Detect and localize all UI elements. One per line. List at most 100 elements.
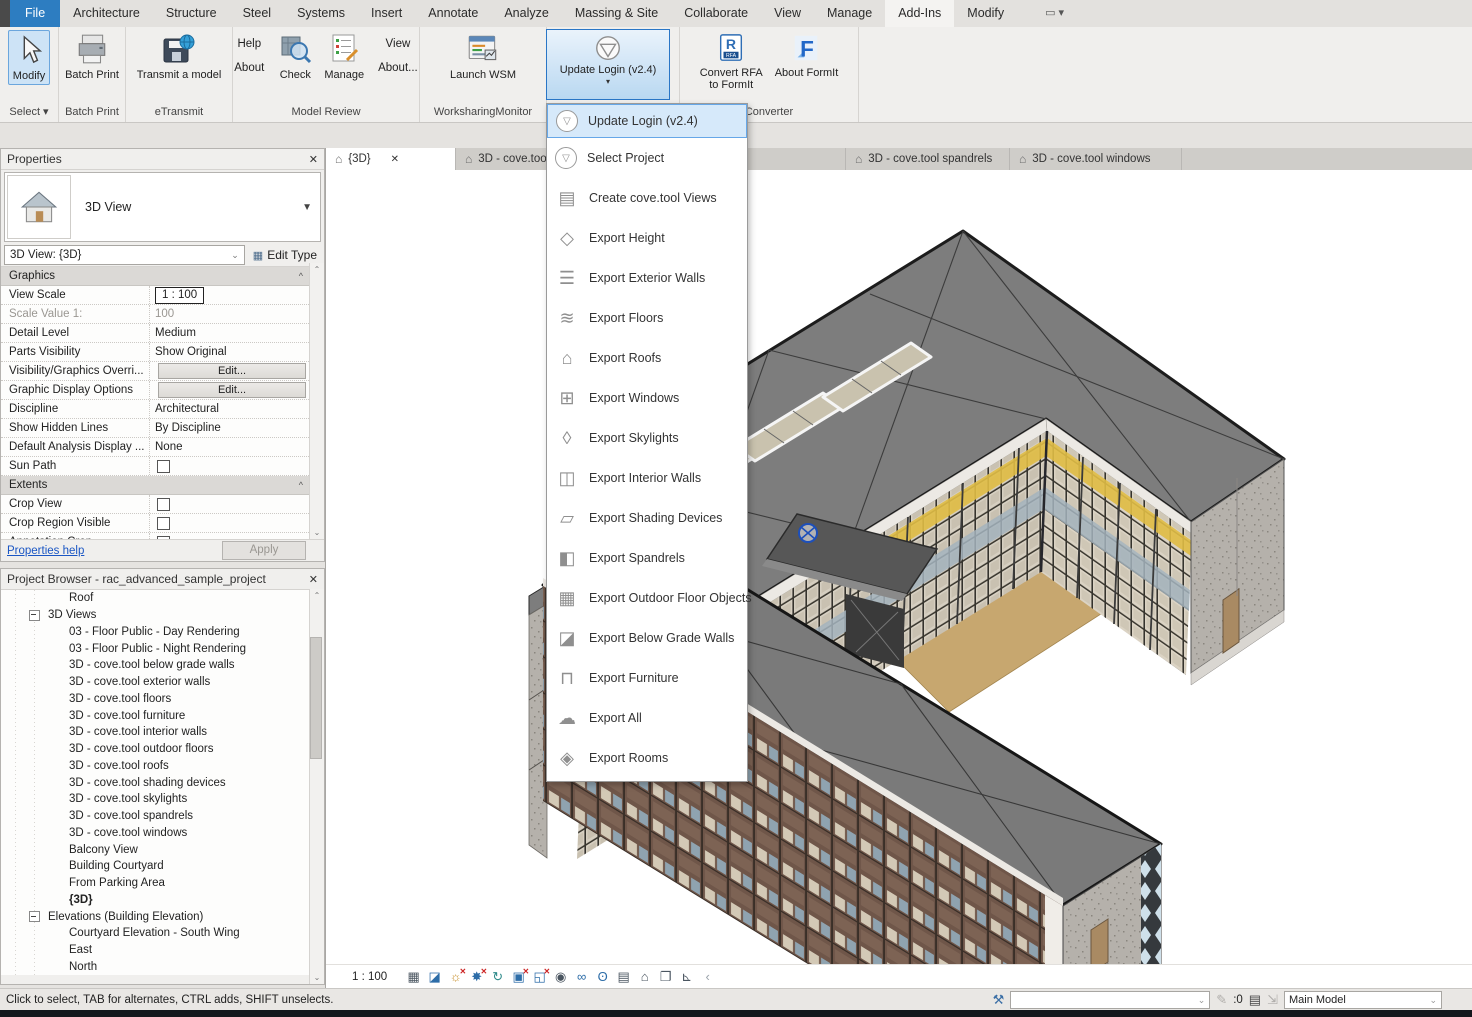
tree-item[interactable]: North: [1, 959, 309, 976]
menu-item-export-height[interactable]: ◇Export Height: [547, 218, 747, 258]
tree-item[interactable]: Elevations (Building Elevation): [1, 908, 309, 925]
launch-wsm-button[interactable]: Launch WSM: [446, 30, 520, 83]
panel-select-label[interactable]: Select ▾: [0, 103, 58, 122]
update-login-ribbon-button[interactable]: Update Login (v2.4): [546, 29, 670, 100]
tree-item[interactable]: Courtyard Elevation - South Wing: [1, 925, 309, 942]
chevron-down-icon[interactable]: ▼: [302, 202, 312, 213]
shadows-icon[interactable]: ✸✕: [466, 969, 487, 985]
about-button[interactable]: About: [234, 62, 264, 74]
collapse-section-icon[interactable]: ^: [299, 480, 303, 490]
menu-item-export-furniture[interactable]: ⊓Export Furniture: [547, 658, 747, 698]
analytical-model-icon[interactable]: ⌂: [634, 969, 655, 984]
crop-region-icon[interactable]: ◱✕: [529, 969, 550, 985]
close-icon[interactable]: ✕: [309, 153, 318, 166]
worksets-icon[interactable]: ⚒: [993, 992, 1005, 1008]
menu-item-update-login[interactable]: ▽Update Login (v2.4): [547, 104, 747, 138]
temporary-view-properties-icon[interactable]: ▤: [613, 969, 634, 985]
view-tab-windows[interactable]: 3D - cove.tool windows: [1010, 148, 1182, 170]
section-graphics[interactable]: Graphics^: [1, 267, 309, 286]
tree-item[interactable]: Balcony View: [1, 841, 309, 858]
view-selector-combo[interactable]: 3D View: {3D}⌄: [4, 245, 245, 265]
checkbox[interactable]: [157, 498, 170, 511]
tab-architecture[interactable]: Architecture: [60, 0, 153, 27]
tab-collaborate[interactable]: Collaborate: [671, 0, 761, 27]
check-button[interactable]: Check: [274, 30, 316, 83]
ribbon-minimize-icon[interactable]: ▭ ▾: [1045, 0, 1064, 27]
convert-rfa-button[interactable]: R RFA Convert RFA to FormIt: [696, 30, 767, 93]
menu-item-select-project[interactable]: ▽Select Project: [547, 138, 747, 178]
rendering-dialog-icon[interactable]: ↻: [487, 969, 508, 985]
about2-button[interactable]: About...: [378, 62, 418, 74]
tree-item[interactable]: 3D - cove.tool below grade walls: [1, 657, 309, 674]
design-option-combo[interactable]: Main Model⌄: [1284, 991, 1442, 1009]
menu-item-export-exterior-walls[interactable]: ☰Export Exterior Walls: [547, 258, 747, 298]
building-3d-model[interactable]: [326, 170, 1472, 965]
tree-item[interactable]: 3D - cove.tool exterior walls: [1, 674, 309, 691]
property-row[interactable]: Sun Path: [1, 457, 309, 476]
about-formit-button[interactable]: F About FormIt: [771, 30, 843, 81]
close-icon[interactable]: ✕: [391, 154, 399, 165]
menu-item-export-windows[interactable]: ⊞Export Windows: [547, 378, 747, 418]
property-row[interactable]: Crop View: [1, 495, 309, 514]
property-row[interactable]: View Scale1 : 100: [1, 286, 309, 305]
property-row[interactable]: DisciplineArchitectural: [1, 400, 309, 419]
tree-item-active-view[interactable]: {3D}: [1, 892, 309, 909]
menu-item-export-below-grade-walls[interactable]: ◪Export Below Grade Walls: [547, 618, 747, 658]
reveal-constraints-icon[interactable]: ⊾: [676, 969, 697, 985]
tab-structure[interactable]: Structure: [153, 0, 230, 27]
collapse-viewbar-icon[interactable]: ‹: [697, 969, 718, 984]
property-row[interactable]: Graphic Display OptionsEdit...: [1, 381, 309, 400]
detail-level-icon[interactable]: ▦: [403, 969, 424, 985]
view-tab-3d[interactable]: {3D} ✕: [326, 148, 456, 170]
highlight-displacement-icon[interactable]: ❐: [655, 969, 676, 985]
tree-item[interactable]: 3D - cove.tool spandrels: [1, 808, 309, 825]
edit-type-button[interactable]: Edit Type: [249, 248, 321, 262]
property-row[interactable]: Detail LevelMedium: [1, 324, 309, 343]
menu-item-export-skylights[interactable]: ◊Export Skylights: [547, 418, 747, 458]
menu-item-export-spandrels[interactable]: ◧Export Spandrels: [547, 538, 747, 578]
active-workset-combo[interactable]: ⌄: [1010, 991, 1210, 1009]
tree-item[interactable]: 3D - cove.tool floors: [1, 691, 309, 708]
property-row[interactable]: Parts VisibilityShow Original: [1, 343, 309, 362]
manage-button[interactable]: Manage: [320, 30, 368, 83]
tab-massing-site[interactable]: Massing & Site: [562, 0, 671, 27]
menu-item-export-outdoor-floor-objects[interactable]: ▦Export Outdoor Floor Objects: [547, 578, 747, 618]
tree-item[interactable]: 3D - cove.tool outdoor floors: [1, 741, 309, 758]
tab-manage[interactable]: Manage: [814, 0, 885, 27]
browser-scrollbar-thumb[interactable]: [310, 637, 322, 759]
tree-item[interactable]: Building Courtyard: [1, 858, 309, 875]
tab-insert[interactable]: Insert: [358, 0, 415, 27]
tree-item[interactable]: 03 - Floor Public - Night Rendering: [1, 640, 309, 657]
locked-3d-view-icon[interactable]: ◉: [550, 969, 571, 985]
crop-view-icon[interactable]: ▣✕: [508, 969, 529, 985]
tree-item[interactable]: 3D - cove.tool skylights: [1, 791, 309, 808]
tab-steel[interactable]: Steel: [230, 0, 285, 27]
collapse-section-icon[interactable]: ^: [299, 271, 303, 281]
tree-item[interactable]: 3D - cove.tool shading devices: [1, 774, 309, 791]
tab-modify[interactable]: Modify: [954, 0, 1017, 27]
tree-item[interactable]: 3D - cove.tool roofs: [1, 758, 309, 775]
view-button[interactable]: View: [378, 38, 418, 50]
properties-help-link[interactable]: Properties help: [7, 545, 84, 557]
tree-item[interactable]: 3D - cove.tool furniture: [1, 707, 309, 724]
tree-item[interactable]: East: [1, 942, 309, 959]
edit-button[interactable]: Edit...: [158, 382, 306, 398]
apply-button[interactable]: Apply: [222, 541, 306, 560]
collapse-icon[interactable]: [29, 610, 40, 621]
collapse-icon[interactable]: [29, 911, 40, 922]
property-row[interactable]: Default Analysis Display ...None: [1, 438, 309, 457]
view-tab-spandrels[interactable]: 3D - cove.tool spandrels: [846, 148, 1010, 170]
tab-systems[interactable]: Systems: [284, 0, 358, 27]
transmit-model-button[interactable]: Transmit a model: [133, 30, 226, 83]
tab-add-ins[interactable]: Add-Ins: [885, 0, 954, 27]
properties-title-bar[interactable]: Properties ✕: [1, 149, 324, 170]
tree-item[interactable]: 3D - cove.tool interior walls: [1, 724, 309, 741]
property-row[interactable]: Show Hidden LinesBy Discipline: [1, 419, 309, 438]
menu-item-export-rooms[interactable]: ◈Export Rooms: [547, 738, 747, 778]
help-button[interactable]: Help: [234, 38, 264, 50]
tab-annotate[interactable]: Annotate: [415, 0, 491, 27]
tree-item[interactable]: 03 - Floor Public - Day Rendering: [1, 624, 309, 641]
checkbox[interactable]: [157, 517, 170, 530]
tree-item[interactable]: Roof: [1, 590, 309, 607]
design-options-icon[interactable]: ▤: [1249, 992, 1261, 1008]
